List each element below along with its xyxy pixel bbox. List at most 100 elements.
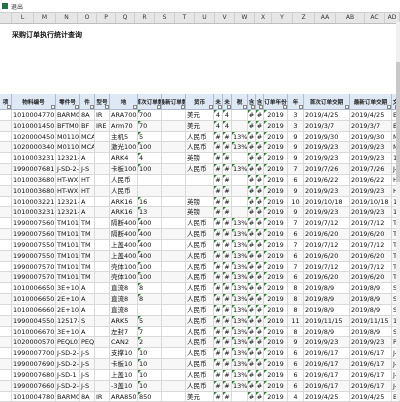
column-letter[interactable]: R bbox=[135, 13, 155, 23]
table-cell[interactable]: # bbox=[214, 326, 223, 338]
table-cell[interactable]: 人民币 bbox=[186, 337, 214, 349]
table-cell[interactable]: 9 bbox=[288, 153, 304, 165]
table-cell[interactable]: 8 bbox=[138, 283, 162, 295]
table-cell[interactable]: 3E+10 bbox=[56, 283, 80, 295]
table-cell[interactable]: 1020000450 bbox=[12, 131, 56, 143]
table-cell[interactable]: # bbox=[248, 120, 256, 132]
filter-dropdown-icon[interactable] bbox=[259, 105, 263, 109]
table-cell[interactable]: # bbox=[223, 369, 232, 381]
table-cell[interactable]: 2019/11/15 bbox=[304, 315, 350, 327]
table-cell[interactable]: # bbox=[214, 261, 223, 273]
table-cell[interactable]: # bbox=[256, 359, 264, 370]
header-cell[interactable]: 含 bbox=[248, 94, 256, 110]
table-cell[interactable]: 1990004550 bbox=[12, 315, 56, 327]
table-cell[interactable] bbox=[0, 174, 12, 186]
table-cell[interactable]: 100 bbox=[138, 261, 162, 273]
table-cell[interactable]: 2019 bbox=[264, 131, 288, 143]
table-cell[interactable]: 13% bbox=[232, 369, 248, 381]
column-letter[interactable]: AA bbox=[315, 13, 336, 23]
table-cell[interactable]: TM bbox=[80, 239, 95, 251]
table-cell[interactable]: # bbox=[248, 315, 256, 327]
table-cell[interactable] bbox=[162, 283, 186, 295]
table-cell[interactable]: 2019 bbox=[264, 229, 288, 240]
table-cell[interactable]: # bbox=[248, 174, 256, 186]
table-cell[interactable]: 2019/6/17 bbox=[304, 369, 350, 381]
table-cell[interactable]: 1010006650 bbox=[12, 283, 56, 295]
table-cell[interactable]: A bbox=[80, 294, 95, 305]
table-cell[interactable]: # bbox=[256, 207, 264, 219]
filter-dropdown-icon[interactable] bbox=[218, 105, 222, 109]
table-cell[interactable] bbox=[95, 315, 110, 327]
table-cell[interactable]: 2019/7/26 bbox=[304, 164, 350, 175]
table-cell[interactable] bbox=[162, 131, 186, 143]
table-cell[interactable]: 2019/9/23 bbox=[350, 207, 392, 219]
table-cell[interactable]: 1990007680 bbox=[12, 369, 56, 381]
table-cell[interactable]: 8 bbox=[138, 294, 162, 305]
table-cell[interactable]: 1990007560 bbox=[12, 229, 56, 240]
table-cell[interactable]: # bbox=[256, 153, 264, 165]
table-cell[interactable]: 2019 bbox=[264, 337, 288, 349]
table-cell[interactable] bbox=[138, 185, 162, 197]
table-cell[interactable]: 2019 bbox=[264, 218, 288, 230]
table-cell[interactable] bbox=[95, 239, 110, 251]
table-cell[interactable]: A bbox=[80, 283, 95, 295]
column-letter[interactable]: X bbox=[255, 13, 272, 23]
table-cell[interactable]: # bbox=[223, 359, 232, 370]
table-cell[interactable]: MCA bbox=[80, 131, 95, 143]
table-cell[interactable] bbox=[95, 131, 110, 143]
table-cell[interactable]: 13% bbox=[232, 239, 248, 251]
table-cell[interactable]: 2019/6/20 bbox=[350, 229, 392, 240]
table-cell[interactable]: TM bbox=[80, 261, 95, 273]
column-letter[interactable]: V bbox=[215, 13, 235, 23]
table-cell[interactable] bbox=[162, 304, 186, 316]
table-cell[interactable]: ARA700 bbox=[110, 110, 138, 121]
table-cell[interactable]: J-SD-2-1 bbox=[56, 348, 80, 360]
table-cell[interactable]: 7 bbox=[288, 164, 304, 175]
table-cell[interactable]: # bbox=[256, 337, 264, 349]
table-cell[interactable]: 1010003680 bbox=[12, 174, 56, 186]
table-cell[interactable]: 70 bbox=[138, 120, 162, 132]
vertical-scrollbar[interactable] bbox=[396, 22, 400, 400]
column-letter[interactable]: M bbox=[34, 13, 56, 23]
table-cell[interactable]: 人民币 bbox=[186, 142, 214, 154]
table-cell[interactable]: # bbox=[248, 142, 256, 154]
table-cell[interactable]: # bbox=[248, 261, 256, 273]
table-cell[interactable]: 2019 bbox=[264, 261, 288, 273]
table-row[interactable]: 1020000340M0110AMCA激光100100人民币##13%##201… bbox=[0, 142, 400, 154]
header-cell[interactable]: 含 bbox=[256, 94, 264, 110]
table-cell[interactable]: 2019/4/25 bbox=[304, 391, 350, 402]
table-cell[interactable]: # bbox=[248, 185, 256, 197]
table-cell[interactable] bbox=[162, 380, 186, 392]
table-cell[interactable]: 2019 bbox=[264, 272, 288, 284]
table-cell[interactable]: # bbox=[214, 239, 223, 251]
table-cell[interactable]: HT-WX bbox=[56, 185, 80, 197]
table-cell[interactable]: # bbox=[256, 196, 264, 208]
table-cell[interactable] bbox=[95, 272, 110, 284]
table-cell[interactable]: # bbox=[214, 153, 223, 165]
table-cell[interactable]: 2019 bbox=[264, 250, 288, 262]
table-cell[interactable]: # bbox=[248, 272, 256, 284]
table-cell[interactable]: 人民币 bbox=[186, 359, 214, 370]
table-row[interactable]: 1990007660J-SD-2-1J-S-3盖1010人民币##13%##20… bbox=[0, 380, 400, 392]
table-cell[interactable]: 英镑 bbox=[186, 207, 214, 219]
filter-dropdown-icon[interactable] bbox=[133, 105, 137, 109]
table-cell[interactable] bbox=[95, 196, 110, 208]
table-cell[interactable] bbox=[162, 196, 186, 208]
filter-dropdown-icon[interactable] bbox=[181, 105, 185, 109]
table-cell[interactable]: 10 bbox=[138, 348, 162, 360]
table-cell[interactable]: 主机5 bbox=[110, 131, 138, 143]
table-cell[interactable]: TM101 bbox=[56, 218, 80, 230]
table-cell[interactable]: # bbox=[256, 164, 264, 175]
table-cell[interactable]: 13% bbox=[232, 380, 248, 392]
table-cell[interactable]: # bbox=[214, 164, 223, 175]
table-cell[interactable]: TM101 bbox=[56, 272, 80, 284]
table-cell[interactable] bbox=[162, 174, 186, 186]
table-cell[interactable]: 3 bbox=[288, 110, 304, 121]
table-cell[interactable]: # bbox=[223, 239, 232, 251]
table-cell[interactable]: 上盖400 bbox=[110, 239, 138, 251]
table-cell[interactable]: 100 bbox=[138, 142, 162, 154]
table-row[interactable]: 1990007560 TM101 TM 隔断400 400 人民币 # #13% # #2019 6… bbox=[0, 229, 400, 240]
table-cell[interactable]: # bbox=[214, 131, 223, 143]
table-cell[interactable] bbox=[162, 348, 186, 360]
table-cell[interactable] bbox=[162, 369, 186, 381]
